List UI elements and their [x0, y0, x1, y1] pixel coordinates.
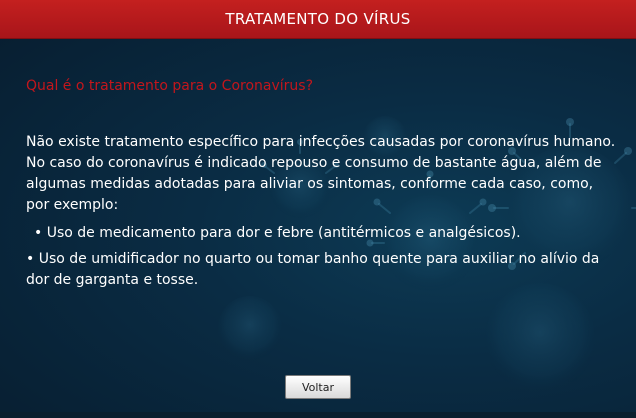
- back-button[interactable]: Voltar: [285, 375, 351, 399]
- content-panel: Qual é o tratamento para o Coronavírus? …: [26, 78, 616, 296]
- treatment-paragraph: Não existe tratamento específico para in…: [26, 134, 616, 213]
- question-heading: Qual é o tratamento para o Coronavírus?: [26, 78, 314, 94]
- list-item: • Uso de umidificador no quarto ou tomar…: [26, 251, 600, 288]
- title-bar: TRATAMENTO DO VÍRUS: [0, 0, 636, 39]
- page-title: TRATAMENTO DO VÍRUS: [225, 10, 411, 28]
- measures-list: • Uso de medicamento para dor e febre (a…: [26, 223, 616, 291]
- list-item: • Uso de medicamento para dor e febre (a…: [34, 225, 521, 241]
- bottom-strip: [0, 412, 636, 418]
